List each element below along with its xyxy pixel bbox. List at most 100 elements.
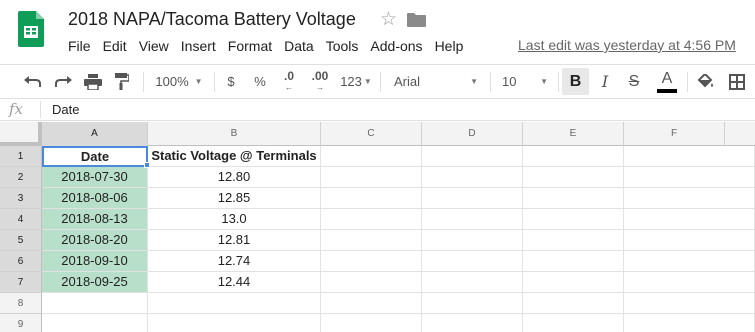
menu-tools[interactable]: Tools: [320, 37, 365, 55]
cell-a7[interactable]: 2018-09-25: [42, 272, 148, 293]
column-header-c[interactable]: C: [321, 122, 422, 146]
cell-b7[interactable]: 12.44: [148, 272, 321, 293]
italic-button[interactable]: I: [594, 65, 616, 98]
menu-format[interactable]: Format: [222, 37, 278, 55]
more-formats-select[interactable]: 123 ▼: [338, 65, 374, 98]
undo-icon[interactable]: [20, 65, 46, 98]
cell-c6[interactable]: [321, 251, 422, 272]
cell-f9[interactable]: [624, 314, 755, 332]
cell-e8[interactable]: [523, 293, 624, 314]
cell-b5[interactable]: 12.81: [148, 230, 321, 251]
column-header-d[interactable]: D: [422, 122, 523, 146]
cell-a6[interactable]: 2018-09-10: [42, 251, 148, 272]
row-header-4[interactable]: 4: [0, 209, 42, 230]
sheets-logo-icon[interactable]: [18, 11, 44, 47]
cell-a1[interactable]: Date: [42, 146, 148, 167]
cell-e3[interactable]: [523, 188, 624, 209]
folder-icon[interactable]: [407, 13, 426, 27]
select-all-corner[interactable]: [0, 122, 42, 146]
column-header-b[interactable]: B: [148, 122, 321, 146]
row-header-2[interactable]: 2: [0, 167, 42, 188]
cell-b9[interactable]: [148, 314, 321, 332]
formula-input[interactable]: Date: [52, 102, 79, 117]
cell-c5[interactable]: [321, 230, 422, 251]
redo-icon[interactable]: [50, 65, 76, 98]
cell-d3[interactable]: [422, 188, 523, 209]
cell-d1[interactable]: [422, 146, 523, 167]
increase-decimals-button[interactable]: .00 →: [306, 65, 334, 98]
row-header-5[interactable]: 5: [0, 230, 42, 251]
cell-f3[interactable]: [624, 188, 755, 209]
menu-view[interactable]: View: [133, 37, 175, 55]
cell-d8[interactable]: [422, 293, 523, 314]
cell-b1[interactable]: Static Voltage @ Terminals: [148, 146, 321, 167]
cell-f7[interactable]: [624, 272, 755, 293]
decrease-decimals-button[interactable]: .0 ←: [278, 65, 300, 98]
menu-insert[interactable]: Insert: [175, 37, 222, 55]
menu-data[interactable]: Data: [278, 37, 320, 55]
print-icon[interactable]: [80, 65, 106, 98]
cell-c9[interactable]: [321, 314, 422, 332]
cell-c7[interactable]: [321, 272, 422, 293]
cell-d5[interactable]: [422, 230, 523, 251]
font-size-select[interactable]: 10 ▼: [496, 65, 554, 98]
row-header-1[interactable]: 1: [0, 146, 42, 167]
cell-d6[interactable]: [422, 251, 523, 272]
column-header-e[interactable]: E: [523, 122, 624, 146]
cell-e4[interactable]: [523, 209, 624, 230]
cell-a9[interactable]: [42, 314, 148, 332]
cell-b2[interactable]: 12.80: [148, 167, 321, 188]
star-icon[interactable]: ☆: [380, 8, 397, 31]
zoom-select[interactable]: 100% ▼: [150, 65, 208, 98]
cell-e5[interactable]: [523, 230, 624, 251]
text-color-button[interactable]: A: [654, 65, 680, 98]
fill-handle[interactable]: [144, 162, 150, 168]
row-header-7[interactable]: 7: [0, 272, 42, 293]
cell-b6[interactable]: 12.74: [148, 251, 321, 272]
cell-a2[interactable]: 2018-07-30: [42, 167, 148, 188]
cell-c3[interactable]: [321, 188, 422, 209]
cell-e2[interactable]: [523, 167, 624, 188]
cell-a3[interactable]: 2018-08-06: [42, 188, 148, 209]
cell-c2[interactable]: [321, 167, 422, 188]
fill-color-icon[interactable]: [693, 65, 717, 98]
cell-a8[interactable]: [42, 293, 148, 314]
cell-f8[interactable]: [624, 293, 755, 314]
cell-f6[interactable]: [624, 251, 755, 272]
cell-e9[interactable]: [523, 314, 624, 332]
currency-format-button[interactable]: $: [221, 65, 241, 98]
strikethrough-button[interactable]: S: [623, 65, 645, 98]
cell-b3[interactable]: 12.85: [148, 188, 321, 209]
cell-a4[interactable]: 2018-08-13: [42, 209, 148, 230]
row-header-6[interactable]: 6: [0, 251, 42, 272]
cell-f2[interactable]: [624, 167, 755, 188]
cell-e1[interactable]: [523, 146, 624, 167]
borders-icon[interactable]: [725, 65, 749, 98]
cell-c1[interactable]: [321, 146, 422, 167]
cell-e7[interactable]: [523, 272, 624, 293]
menu-help[interactable]: Help: [429, 37, 470, 55]
cell-d4[interactable]: [422, 209, 523, 230]
cell-c4[interactable]: [321, 209, 422, 230]
cell-f1[interactable]: [624, 146, 755, 167]
cell-f5[interactable]: [624, 230, 755, 251]
cell-c8[interactable]: [321, 293, 422, 314]
bold-button[interactable]: B: [562, 68, 589, 95]
column-header-f[interactable]: F: [624, 122, 725, 146]
cell-d2[interactable]: [422, 167, 523, 188]
row-header-3[interactable]: 3: [0, 188, 42, 209]
font-family-select[interactable]: Arial ▼: [388, 65, 484, 98]
cell-e6[interactable]: [523, 251, 624, 272]
cell-b8[interactable]: [148, 293, 321, 314]
menu-add-ons[interactable]: Add-ons: [364, 37, 428, 55]
cell-b4[interactable]: 13.0: [148, 209, 321, 230]
cell-d7[interactable]: [422, 272, 523, 293]
document-title[interactable]: 2018 NAPA/Tacoma Battery Voltage: [68, 9, 356, 30]
menu-edit[interactable]: Edit: [97, 37, 133, 55]
row-header-8[interactable]: 8: [0, 293, 42, 314]
row-header-9[interactable]: 9: [0, 314, 42, 332]
cell-a5[interactable]: 2018-08-20: [42, 230, 148, 251]
column-header-a[interactable]: A: [42, 122, 148, 146]
paint-format-icon[interactable]: [109, 65, 135, 98]
cell-d9[interactable]: [422, 314, 523, 332]
